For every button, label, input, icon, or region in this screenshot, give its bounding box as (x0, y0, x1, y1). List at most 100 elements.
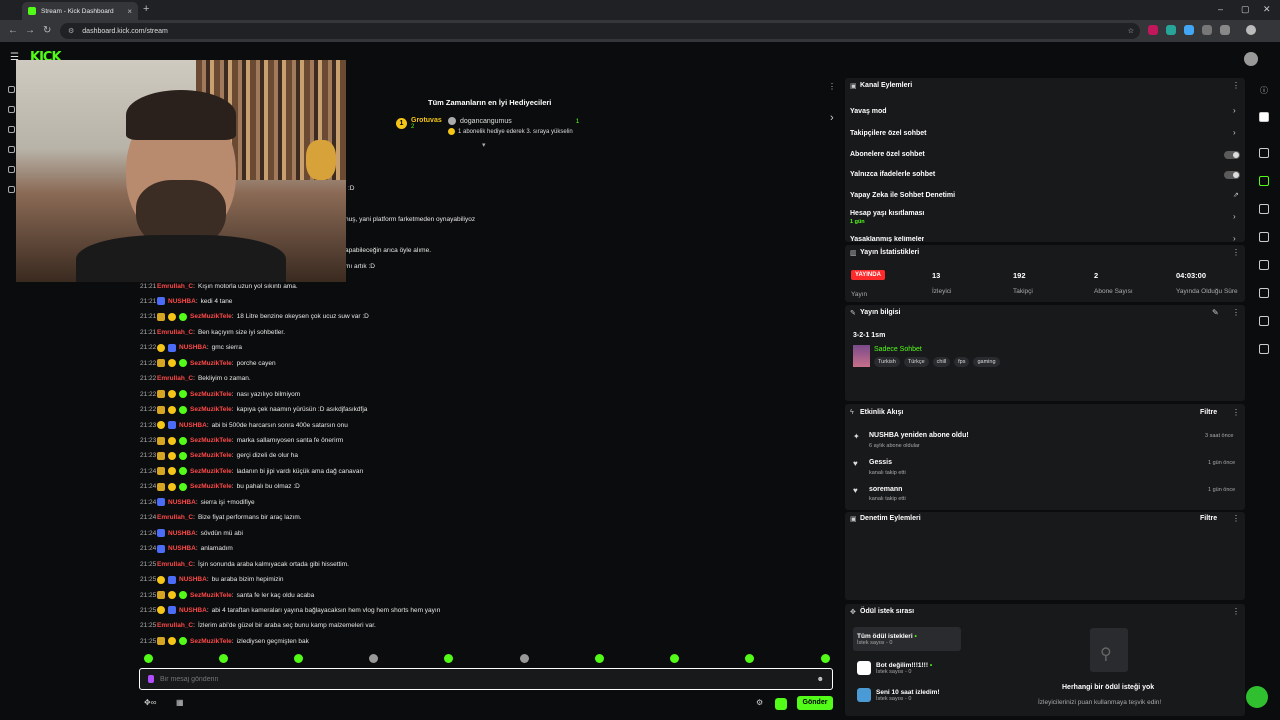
activity-filter-button[interactable]: Filtre (1200, 409, 1217, 416)
sidebar-stream-icon[interactable] (8, 106, 15, 113)
close-window-icon[interactable]: ✕ (1263, 4, 1271, 15)
subs-only-toggle[interactable] (1224, 151, 1240, 159)
chat-username[interactable]: SezMuzikTele (190, 313, 232, 320)
bookmark-star-icon[interactable]: ☆ (1128, 27, 1134, 35)
chat-message[interactable]: 21:25 Emrullah_C: İzlerim abi'de güzel bir… (140, 620, 376, 632)
chat-username[interactable]: NUSHBA (179, 422, 207, 429)
emoji-icon[interactable]: ☻ (817, 676, 824, 683)
sidebar-home-icon[interactable] (8, 86, 15, 93)
chevron-right-icon[interactable]: › (1233, 106, 1236, 115)
chat-message[interactable]: 21:25 NUSHBA: bu araba bizim hepimizin (140, 574, 284, 586)
chat-username[interactable]: Emrullah_C (157, 561, 193, 568)
banned-words-row[interactable]: Yasaklanmış kelimeler (850, 236, 924, 242)
reward-item[interactable]: Bot değilim!!!1!!! • İstek sayısı - 0 (853, 656, 961, 680)
new-tab-icon[interactable]: + (143, 3, 149, 15)
chat-username[interactable]: NUSHBA (168, 545, 196, 552)
send-button[interactable]: Gönder (797, 696, 833, 710)
close-tab-icon[interactable]: × (127, 7, 132, 16)
more-icon[interactable]: ⋮ (1232, 308, 1240, 317)
close-icon[interactable] (1259, 148, 1269, 158)
kick-points-icon[interactable] (775, 698, 787, 710)
bolt-icon[interactable] (1259, 176, 1269, 186)
info-icon[interactable]: ⓘ (1260, 85, 1268, 96)
chat-username[interactable]: SezMuzikTele (190, 592, 232, 599)
chat-username[interactable]: NUSHBA (179, 576, 207, 583)
chat-username[interactable]: SezMuzikTele (190, 468, 232, 475)
extension-icon[interactable] (1148, 25, 1158, 35)
chat-message[interactable]: 21:24 NUSHBA: sövdün mü abi (140, 527, 243, 539)
emote-icon[interactable] (144, 654, 153, 663)
chat-username[interactable]: SezMuzikTele (190, 406, 232, 413)
chat-message[interactable]: 21:22 SezMuzikTele: nası yazılıyo bilmiyom (140, 388, 300, 400)
more-icon[interactable]: ⋮ (1232, 607, 1240, 616)
chat-username[interactable]: Emrullah_C (157, 622, 193, 629)
emote-icon[interactable] (745, 654, 754, 663)
extension-icon[interactable] (1184, 25, 1194, 35)
chat-username[interactable]: SezMuzikTele (190, 360, 232, 367)
sidebar-gear-icon[interactable] (8, 186, 15, 193)
chat-username[interactable]: NUSHBA (179, 607, 207, 614)
chat-message[interactable]: 21:25 SezMuzikTele: santa fe ler kaç oldu … (140, 589, 314, 601)
chat-username[interactable]: SezMuzikTele (190, 638, 232, 645)
chat-username[interactable]: SezMuzikTele (190, 391, 232, 398)
slow-mode-row[interactable]: Yavaş mod (850, 108, 887, 115)
emote-icon[interactable] (444, 654, 453, 663)
age-limit-row[interactable]: Hesap yaşı kısıtlaması (850, 210, 924, 217)
profile-avatar[interactable] (1246, 25, 1256, 35)
chat-username[interactable]: SezMuzikTele (190, 483, 232, 490)
emote-icon[interactable] (219, 654, 228, 663)
chat-message[interactable]: 21:25 Emrullah_C: İşin sonunda araba kalmı… (140, 558, 349, 570)
followers-only-row[interactable]: Takipçilere özel sohbet (850, 130, 927, 137)
chat-username[interactable]: NUSHBA (168, 499, 196, 506)
chat-input[interactable] (160, 675, 760, 683)
chat-bubble-icon[interactable] (1259, 232, 1269, 242)
collapse-handle-icon[interactable]: ▾ (482, 141, 486, 149)
chat-message[interactable]: 21:21 NUSHBA: kedi 4 tane (140, 295, 232, 307)
chat-username[interactable]: Emrullah_C (157, 329, 193, 336)
chat-message[interactable]: 21:24 NUSHBA: sierra işi +modifiye (140, 496, 255, 508)
chat-message[interactable]: 21:24 SezMuzikTele: bu pahalı bu olmaz :D (140, 481, 300, 493)
chat-username[interactable]: NUSHBA (168, 530, 196, 537)
support-chat-button[interactable] (1246, 686, 1268, 708)
chat-message[interactable]: 21:24 Emrullah_C: Bize fiyat performans bi… (140, 512, 302, 524)
chat-username[interactable]: Emrullah_C (157, 283, 193, 290)
chat-message[interactable]: 21:22 SezMuzikTele: kapıya çek naamın yürü… (140, 404, 367, 416)
extension-icon[interactable] (1202, 25, 1212, 35)
chat-username[interactable]: Emrullah_C (157, 375, 193, 382)
more-icon[interactable]: ⋮ (1232, 81, 1240, 90)
chevron-right-icon[interactable]: › (1233, 128, 1236, 137)
chat-message[interactable]: 21:22 NUSHBA: gmc sierra (140, 342, 242, 354)
sidebar-settings-icon[interactable] (8, 166, 15, 173)
ai-moderation-row[interactable]: Yapay Zeka ile Sohbet Denetimi (850, 192, 955, 199)
chat-message[interactable]: 21:21 Emrullah_C: Ben kaçıyım size iyi soh… (140, 326, 285, 338)
reward-item[interactable]: Seni 10 saat izledim! İstek sayısı - 0 (853, 683, 961, 707)
chat-message[interactable]: 21:24 SezMuzikTele: ladanın bi jipi vardı … (140, 465, 363, 477)
pen-icon[interactable] (1259, 112, 1269, 122)
sidebar-analytics-icon[interactable] (8, 146, 15, 153)
emote-icon[interactable] (369, 654, 378, 663)
address-bar[interactable]: ⚙ dashboard.kick.com/stream ☆ (60, 23, 1140, 39)
edit-icon[interactable]: ✎ (1212, 308, 1219, 317)
emote-icon[interactable] (595, 654, 604, 663)
extension-icon[interactable] (1166, 25, 1176, 35)
wrench-icon[interactable] (1259, 316, 1269, 326)
chat-message[interactable]: 21:21 SezMuzikTele:18 Litre benzine okeys… (140, 311, 369, 323)
extensions-puzzle-icon[interactable] (1220, 25, 1230, 35)
gamepad-icon[interactable] (1259, 288, 1269, 298)
sidebar-community-icon[interactable] (8, 126, 15, 133)
chat-message[interactable]: 21:22 SezMuzikTele: porche cayen (140, 357, 276, 369)
chat-username[interactable]: SezMuzikTele (190, 452, 232, 459)
emote-icon[interactable] (670, 654, 679, 663)
browser-tab[interactable]: Stream - Kick Dashboard × (22, 2, 138, 20)
chat-input-wrapper[interactable]: ☻ (139, 668, 833, 690)
gear-icon[interactable]: ⚙ (756, 698, 763, 707)
chevron-right-icon[interactable]: › (1233, 234, 1236, 243)
chat-message[interactable]: 21:23 NUSHBA: abi bi 500de harcarsın sonra… (140, 419, 348, 431)
chat-username[interactable]: Emrullah_C (157, 514, 193, 521)
broadcast-icon[interactable] (1259, 260, 1269, 270)
chat-username[interactable]: NUSHBA (179, 344, 207, 351)
forward-icon[interactable]: → (25, 25, 35, 36)
mod-filter-button[interactable]: Filtre (1200, 515, 1217, 522)
emote-icon[interactable] (821, 654, 830, 663)
emote-icon[interactable] (294, 654, 303, 663)
